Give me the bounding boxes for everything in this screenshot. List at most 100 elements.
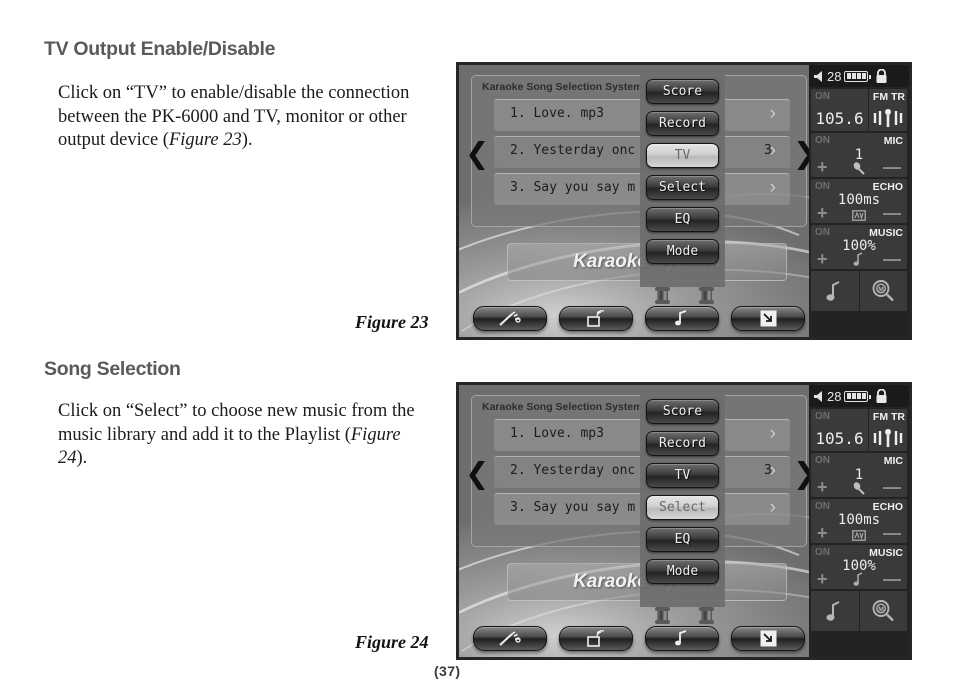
toolbar-button-wireless[interactable] [559,626,633,651]
panel-title: MIC [883,455,903,467]
playlist-panel: Karaoke Song Selection System 1. Love. m… [471,75,807,227]
panel-on-label: ON [815,501,830,512]
toolbar-button-music[interactable] [645,306,719,331]
music-note-icon [826,281,840,301]
menu-item-score[interactable]: Score [646,399,719,424]
fm-icon-area[interactable]: FM TR [869,409,907,451]
volume-value: 28 [827,388,842,404]
battery-icon [844,70,871,82]
song-title: 1. Love. mp3 [510,426,604,441]
menu-item-label: Score [662,84,703,99]
menu-item-select[interactable]: Select [646,495,719,520]
figure-reference: Figure 23 [168,130,242,150]
panel-on-label: ON [815,455,830,466]
fm-frequency-area[interactable]: ON 105.6 [811,89,869,131]
menu-item-record[interactable]: Record [646,431,719,456]
figure-caption-24: Figure 24 [355,632,429,652]
menu-item-select[interactable]: Select [646,175,719,200]
toolbar-button-tuning[interactable] [473,626,547,651]
panel-fm-transmitter[interactable]: ON 105.6 FM TR [811,409,907,451]
fm-frequency-area[interactable]: ON 105.6 [811,409,869,451]
microphone-icon [853,482,865,495]
sidebar-music-button[interactable] [811,591,859,631]
music-increase-button[interactable]: + [817,250,828,268]
menu-item-label: EQ [674,532,691,547]
panel-on-label: ON [815,135,830,146]
chevron-right-icon[interactable]: › [770,460,776,482]
prev-page-arrow[interactable]: ❮ [465,139,489,168]
fm-antenna-icon [873,109,903,127]
body-text-post: ). [76,448,88,468]
playlist-title: Karaoke Song Selection System [482,401,643,413]
status-bar: 28 [809,65,909,87]
device-sidebar: 28 ON 105.6 FM TR ON MIC 1 + — ON ECHO 1… [809,385,909,657]
panel-fm-transmitter[interactable]: ON 105.6 FM TR [811,89,907,131]
music-increase-button[interactable]: + [817,570,828,588]
popup-menu: Score Record TV Select EQ Mode [640,385,725,607]
chevron-right-icon[interactable]: › [770,423,776,445]
song-title: 3. Say you say m [510,180,636,195]
menu-item-tv[interactable]: TV [646,143,719,168]
popup-stem [699,287,714,304]
sidebar-mode-button[interactable]: M [859,591,907,631]
music-note-icon [675,310,687,326]
music-decrease-button[interactable]: — [883,250,901,268]
microphone-icon [853,162,865,175]
mode-search-icon: M [872,280,895,302]
mic-increase-button[interactable]: + [817,158,828,176]
menu-item-score[interactable]: Score [646,79,719,104]
device-screen: Karaoke Song Selection System 1. Love. m… [459,385,909,657]
mic-decrease-button[interactable]: — [883,478,901,496]
panel-echo[interactable]: ON ECHO 100ms + — [811,179,907,223]
toolbar-button-tuning[interactable] [473,306,547,331]
menu-item-eq[interactable]: EQ [646,207,719,232]
toolbar-button-minimize[interactable] [731,626,805,651]
panel-mic[interactable]: ON MIC 1 + — [811,453,907,497]
menu-item-eq[interactable]: EQ [646,527,719,552]
panel-on-label: ON [815,411,830,422]
menu-item-tv[interactable]: TV [646,463,719,488]
echo-decrease-button[interactable]: — [883,204,901,222]
status-bar: 28 [809,385,909,407]
menu-item-mode[interactable]: Mode [646,559,719,584]
panel-echo[interactable]: ON ECHO 100ms + — [811,499,907,543]
svg-text:M: M [878,607,884,614]
sidebar-music-button[interactable] [811,271,859,311]
mic-increase-button[interactable]: + [817,478,828,496]
prev-page-arrow[interactable]: ❮ [465,459,489,488]
panel-music[interactable]: ON MUSIC 100% + — [811,225,907,269]
panel-on-label: ON [815,181,830,192]
volume-value: 28 [827,68,842,84]
chevron-right-icon[interactable]: › [770,103,776,125]
music-decrease-button[interactable]: — [883,570,901,588]
wireless-speaker-icon [587,630,605,647]
echo-increase-button[interactable]: + [817,524,828,542]
toolbar-button-wireless[interactable] [559,306,633,331]
menu-item-mode[interactable]: Mode [646,239,719,264]
body-text-post: ). [241,130,253,150]
chevron-right-icon[interactable]: › [770,497,776,519]
menu-item-label: Mode [666,244,699,259]
panel-mic[interactable]: ON MIC 1 + — [811,133,907,177]
battery-icon [844,390,871,402]
lock-icon [876,388,887,403]
menu-item-label: Select [659,500,706,515]
menu-item-record[interactable]: Record [646,111,719,136]
mic-decrease-button[interactable]: — [883,158,901,176]
popup-stem [655,287,670,304]
echo-decrease-button[interactable]: — [883,524,901,542]
menu-item-label: Record [659,436,706,451]
popup-menu: Score Record TV Select EQ Mode [640,65,725,287]
echo-increase-button[interactable]: + [817,204,828,222]
panel-title: MIC [883,135,903,147]
chevron-right-icon[interactable]: › [770,177,776,199]
fm-icon-area[interactable]: FM TR [869,89,907,131]
chevron-right-icon[interactable]: › [770,140,776,162]
toolbar-button-minimize[interactable] [731,306,805,331]
panel-music[interactable]: ON MUSIC 100% + — [811,545,907,589]
song-title: 2. Yesterday onc [510,143,636,158]
song-title: 2. Yesterday onc [510,463,636,478]
menu-item-label: Select [659,180,706,195]
toolbar-button-music[interactable] [645,626,719,651]
sidebar-mode-button[interactable]: M [859,271,907,311]
